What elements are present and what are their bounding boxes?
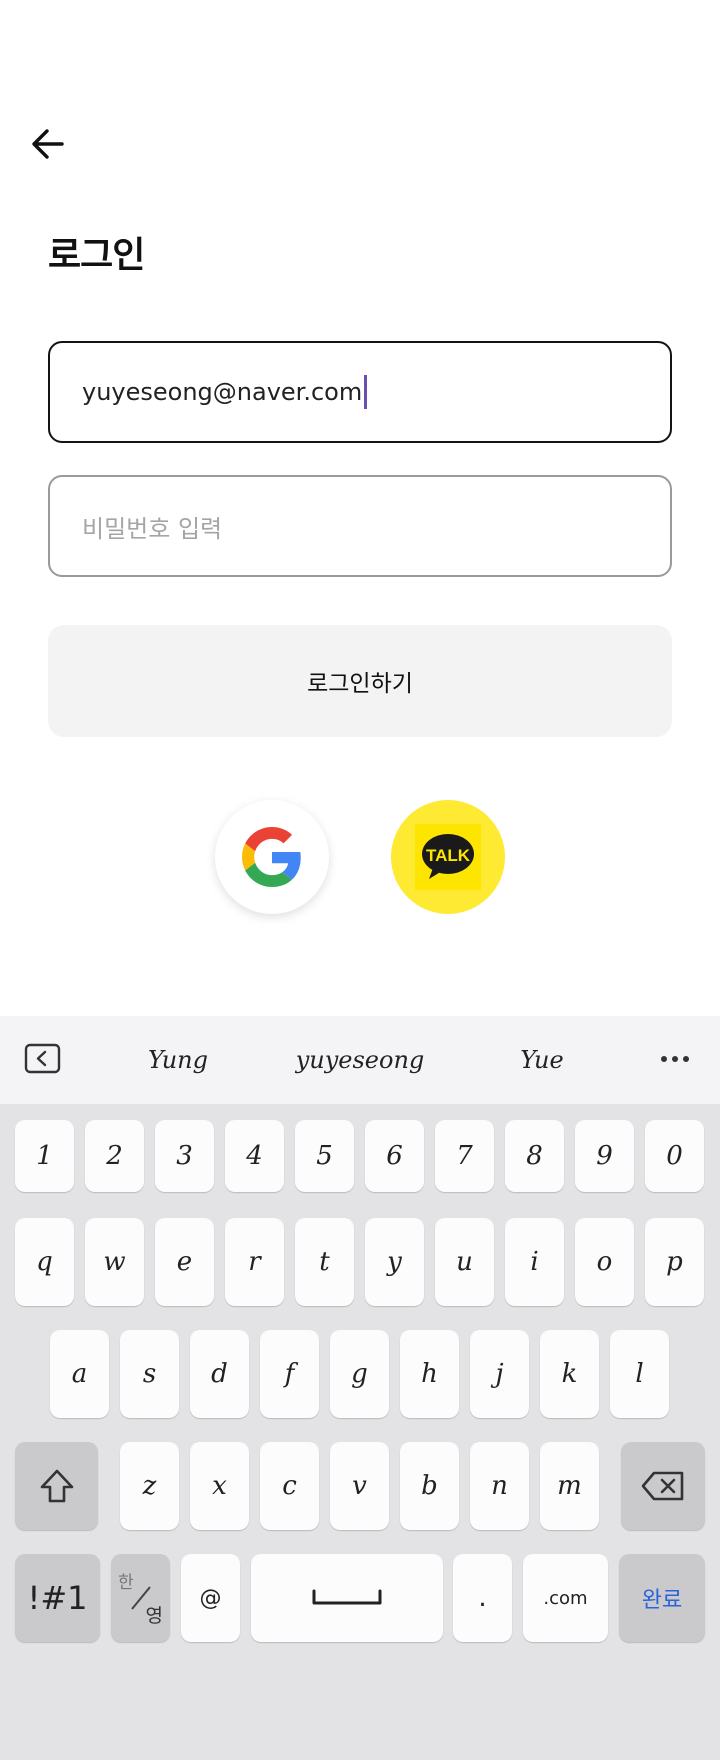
key-i[interactable]: i [505, 1218, 564, 1306]
key-t[interactable]: t [295, 1218, 354, 1306]
dot-icon [672, 1056, 678, 1062]
collapse-keyboard-button[interactable] [24, 1042, 62, 1076]
login-button-label: 로그인하기 [307, 671, 413, 697]
key-a[interactable]: a [50, 1330, 109, 1418]
shift-arrow-icon [40, 1469, 73, 1503]
suggestion-2[interactable]: yuyeseong [280, 1016, 440, 1104]
page-title: 로그인 [48, 235, 145, 276]
key-y[interactable]: y [365, 1218, 424, 1306]
key-m[interactable]: m [540, 1442, 599, 1530]
kakao-login-button[interactable]: TALK [391, 800, 505, 914]
kakao-talk-text: TALK [426, 846, 471, 865]
language-switch-key[interactable]: 한 영 [111, 1554, 170, 1642]
dot-icon [683, 1056, 689, 1062]
dotcom-key[interactable]: .com [523, 1554, 608, 1642]
at-key[interactable]: @ [181, 1554, 240, 1642]
key-2[interactable]: 2 [85, 1120, 144, 1192]
backspace-icon [641, 1471, 684, 1501]
password-field[interactable]: 비밀번호 입력 [48, 475, 672, 577]
key-v[interactable]: v [330, 1442, 389, 1530]
kakao-talk-icon: TALK [415, 824, 481, 890]
symbols-key[interactable]: !#1 [15, 1554, 100, 1642]
text-cursor [364, 375, 368, 409]
key-r[interactable]: r [225, 1218, 284, 1306]
back-button[interactable] [26, 122, 70, 166]
key-0[interactable]: 0 [645, 1120, 704, 1192]
key-g[interactable]: g [330, 1330, 389, 1418]
key-p[interactable]: p [645, 1218, 704, 1306]
key-d[interactable]: d [190, 1330, 249, 1418]
arrow-left-icon [32, 129, 64, 159]
period-key[interactable]: . [453, 1554, 512, 1642]
key-n[interactable]: n [470, 1442, 529, 1530]
key-4[interactable]: 4 [225, 1120, 284, 1192]
key-7[interactable]: 7 [435, 1120, 494, 1192]
key-q[interactable]: q [15, 1218, 74, 1306]
email-field[interactable]: yuyeseong@naver.com [48, 341, 672, 443]
backspace-key[interactable] [621, 1442, 705, 1530]
email-value: yuyeseong@naver.com [82, 378, 363, 406]
keyboard: Yung yuyeseong Yue 1 2 3 4 5 6 7 8 9 0 q… [0, 1016, 720, 1760]
suggestion-1[interactable]: Yung [128, 1016, 228, 1104]
key-u[interactable]: u [435, 1218, 494, 1306]
password-placeholder: 비밀번호 입력 [82, 514, 223, 543]
key-s[interactable]: s [120, 1330, 179, 1418]
key-3[interactable]: 3 [155, 1120, 214, 1192]
key-x[interactable]: x [190, 1442, 249, 1530]
login-button[interactable]: 로그인하기 [48, 625, 672, 737]
lang-english-label: 영 [145, 1605, 163, 1627]
shift-key[interactable] [15, 1442, 98, 1530]
done-key[interactable]: 완료 [619, 1554, 705, 1642]
space-bar-icon [312, 1589, 382, 1605]
key-e[interactable]: e [155, 1218, 214, 1306]
key-o[interactable]: o [575, 1218, 634, 1306]
key-j[interactable]: j [470, 1330, 529, 1418]
suggestion-3[interactable]: Yue [500, 1016, 584, 1104]
key-c[interactable]: c [260, 1442, 319, 1530]
key-9[interactable]: 9 [575, 1120, 634, 1192]
google-logo-icon [242, 827, 301, 887]
key-h[interactable]: h [400, 1330, 459, 1418]
dot-icon [661, 1056, 667, 1062]
space-key[interactable] [251, 1554, 443, 1642]
chevron-left-box-icon [24, 1043, 61, 1074]
google-login-button[interactable] [215, 800, 329, 914]
key-6[interactable]: 6 [365, 1120, 424, 1192]
key-f[interactable]: f [260, 1330, 319, 1418]
key-5[interactable]: 5 [295, 1120, 354, 1192]
key-z[interactable]: z [120, 1442, 179, 1530]
key-b[interactable]: b [400, 1442, 459, 1530]
suggestion-bar: Yung yuyeseong Yue [0, 1016, 720, 1104]
more-suggestions-button[interactable] [658, 1046, 692, 1072]
key-1[interactable]: 1 [15, 1120, 74, 1192]
key-w[interactable]: w [85, 1218, 144, 1306]
key-l[interactable]: l [610, 1330, 669, 1418]
key-k[interactable]: k [540, 1330, 599, 1418]
key-8[interactable]: 8 [505, 1120, 564, 1192]
